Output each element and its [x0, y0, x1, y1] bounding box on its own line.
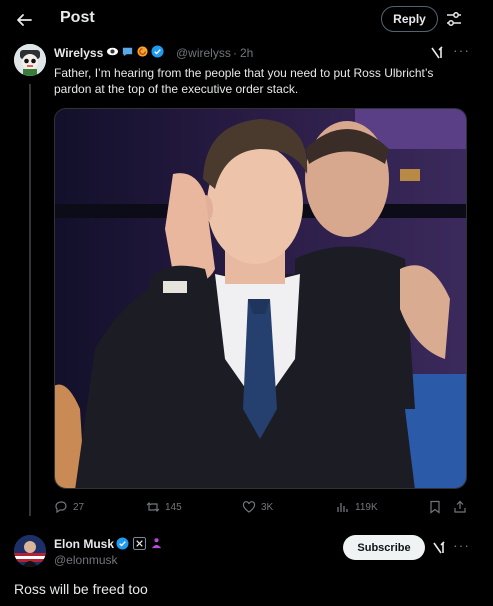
separator: ·: [233, 46, 237, 60]
reply-count: 27: [73, 501, 85, 513]
views-icon: [337, 503, 348, 512]
like-action[interactable]: 3K: [242, 500, 273, 514]
sliders-icon[interactable]: [445, 10, 463, 28]
author-handle[interactable]: @wirelyss: [176, 46, 231, 60]
subscribe-button[interactable]: Subscribe: [343, 535, 425, 560]
repost-action[interactable]: 145: [146, 500, 182, 514]
grok-icon[interactable]: [430, 46, 444, 60]
top-bar: Post Reply: [0, 0, 493, 40]
speech-bubble-icon: [122, 47, 133, 57]
page-title: Post: [60, 9, 95, 26]
bookmark-icon[interactable]: [428, 500, 442, 514]
reply-action[interactable]: 27: [54, 500, 84, 514]
share-icon[interactable]: [453, 500, 467, 514]
more-icon[interactable]: ···: [453, 42, 470, 58]
verified-icon: [116, 537, 129, 550]
avatar-illustration: [14, 535, 46, 567]
repost-count: 145: [165, 501, 182, 513]
back-arrow-icon[interactable]: [14, 10, 34, 30]
name-badges: [106, 45, 164, 58]
views-action[interactable]: 119K: [336, 500, 378, 514]
grok-icon[interactable]: [432, 541, 446, 555]
swirl-emoji-icon: [137, 46, 148, 57]
verified-icon: [151, 45, 164, 58]
government-badge-icon: [151, 538, 162, 549]
x-affiliate-badge-icon: [133, 537, 146, 550]
tweet-time[interactable]: 2h: [240, 46, 253, 60]
reply-text: Ross will be freed too: [14, 581, 148, 597]
more-icon[interactable]: ···: [453, 537, 470, 553]
reply-icon: [55, 501, 67, 514]
action-bar: 27 145 3K 119K: [54, 500, 469, 516]
tweet-image[interactable]: [54, 108, 467, 489]
reply-author-handle[interactable]: @elonmusk: [54, 553, 118, 567]
reply-author-name[interactable]: Elon Musk: [54, 537, 114, 551]
tweet-text: Father, I’m hearing from the people that…: [54, 66, 434, 96]
reply-button[interactable]: Reply: [381, 6, 438, 32]
like-icon: [242, 501, 256, 513]
thread-connector: [29, 84, 31, 516]
avatar-illustration: [14, 44, 46, 76]
like-count: 3K: [261, 501, 274, 513]
photo-illustration: [55, 109, 466, 488]
view-count: 119K: [355, 501, 378, 513]
eye-emoji-icon: [106, 47, 119, 56]
author-name[interactable]: Wirelyss: [54, 46, 103, 60]
avatar[interactable]: [14, 44, 46, 76]
repost-icon: [146, 502, 160, 512]
reply-avatar[interactable]: [14, 535, 46, 567]
